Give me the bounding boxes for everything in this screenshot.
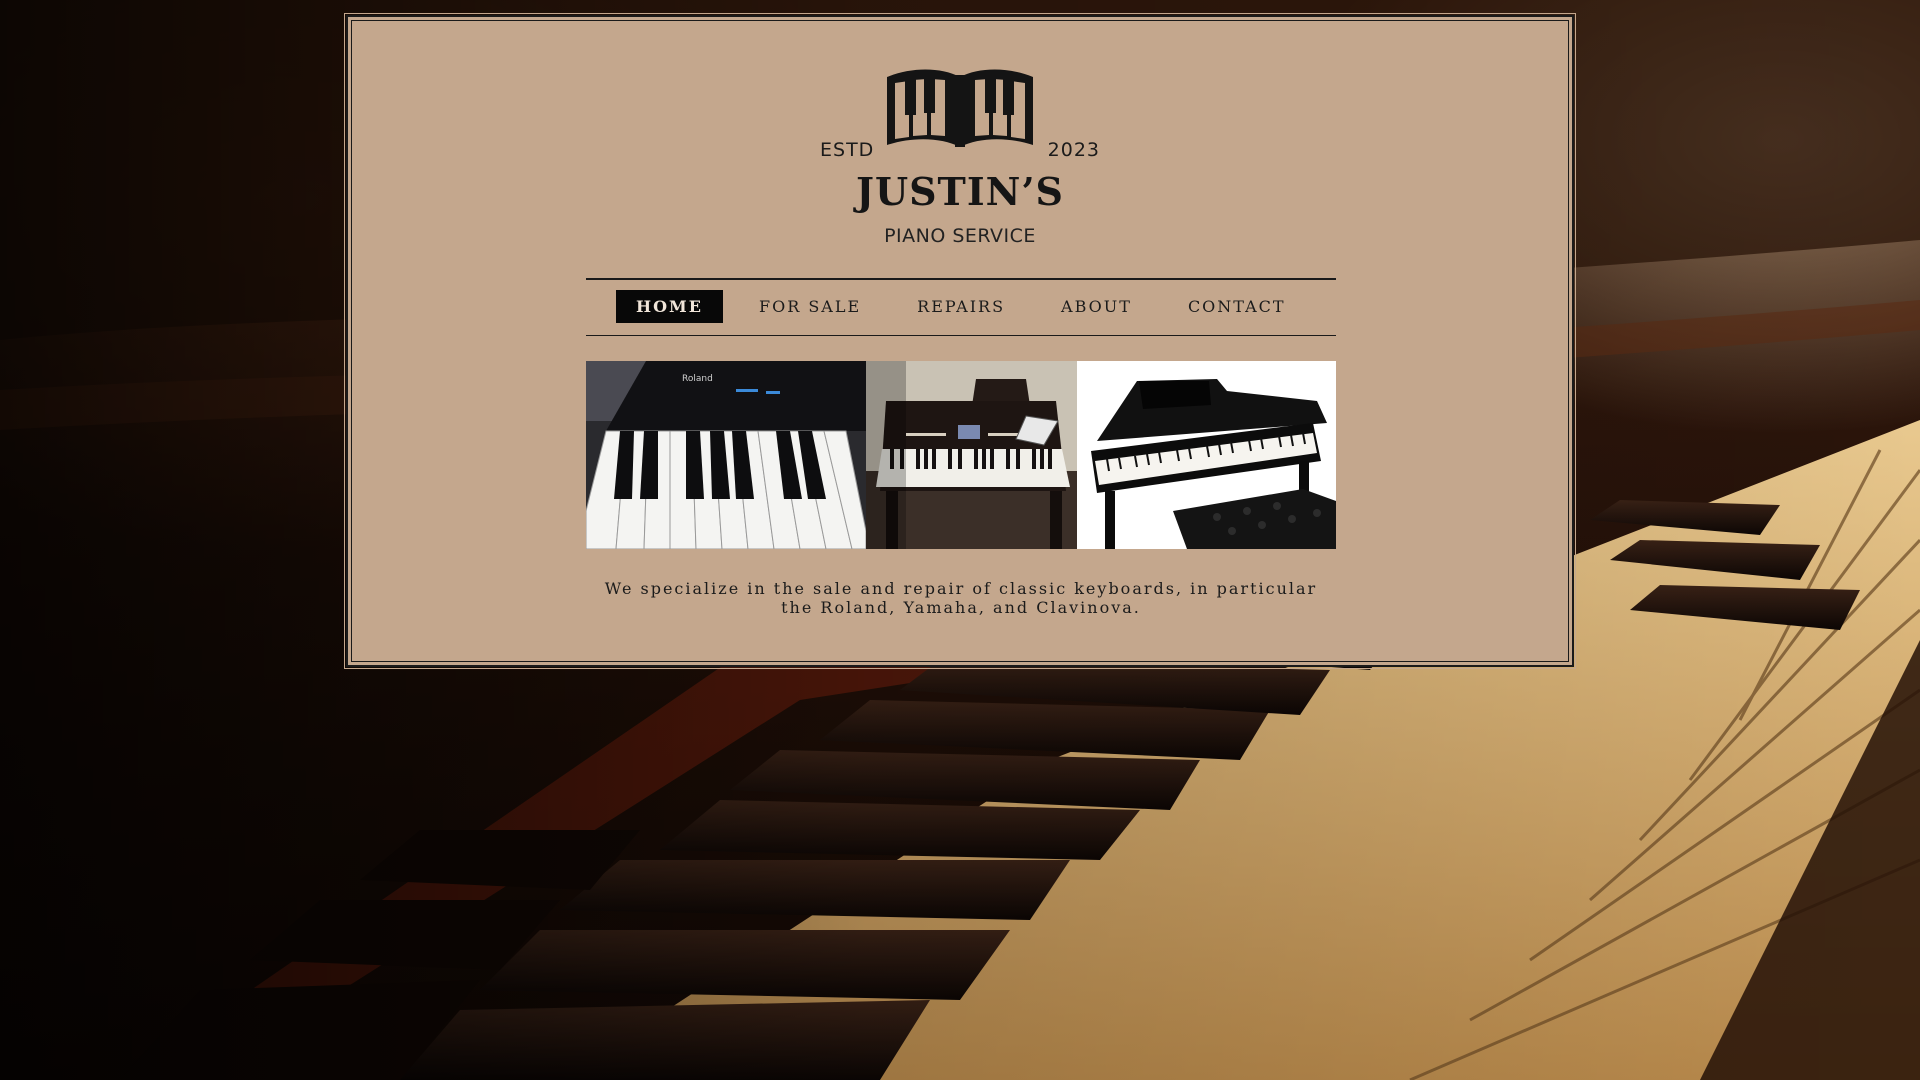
nav-item-about[interactable]: ABOUT xyxy=(1041,290,1152,323)
main-panel: ESTD 2023 JUSTIN’S PIANO SERVICE HOME FO… xyxy=(344,13,1576,669)
clavinova-digital-piano-photo xyxy=(866,361,1077,549)
nav-item-contact[interactable]: CONTACT xyxy=(1168,290,1306,323)
nav-list: HOME FOR SALE REPAIRS ABOUT CONTACT xyxy=(616,290,1322,323)
logo-year: 2023 xyxy=(1047,139,1100,161)
nav-item-for-sale[interactable]: FOR SALE xyxy=(739,290,881,323)
nav-item-home[interactable]: HOME xyxy=(616,290,723,323)
nav-item-repairs[interactable]: REPAIRS xyxy=(897,290,1025,323)
roland-digital-piano-photo: Roland xyxy=(586,361,866,549)
logo-subtitle: PIANO SERVICE xyxy=(884,225,1036,247)
logo-business-name: JUSTIN’S xyxy=(855,169,1065,214)
logo-estd-label: ESTD xyxy=(820,139,875,161)
main-navigation: HOME FOR SALE REPAIRS ABOUT CONTACT xyxy=(586,278,1336,336)
photo-strip: Roland xyxy=(586,361,1336,549)
yamaha-digital-grand-piano-photo xyxy=(1077,361,1336,549)
site-logo[interactable]: ESTD 2023 JUSTIN’S PIANO SERVICE xyxy=(810,65,1110,255)
tagline-text: We specialize in the sale and repair of … xyxy=(604,579,1318,617)
roland-brand-text: Roland xyxy=(682,374,713,384)
piano-book-icon xyxy=(887,69,1033,147)
